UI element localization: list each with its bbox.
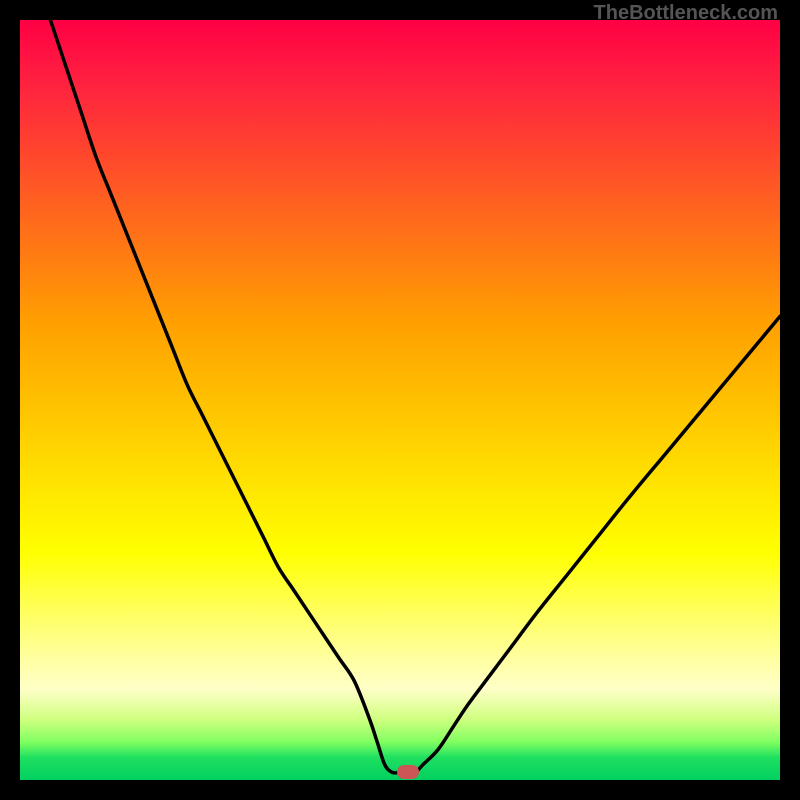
plot-area [20, 20, 780, 780]
chart-container: TheBottleneck.com [0, 0, 800, 800]
attribution-text: TheBottleneck.com [594, 2, 778, 25]
bottleneck-curve [20, 20, 780, 780]
optimal-point-marker [397, 765, 419, 779]
